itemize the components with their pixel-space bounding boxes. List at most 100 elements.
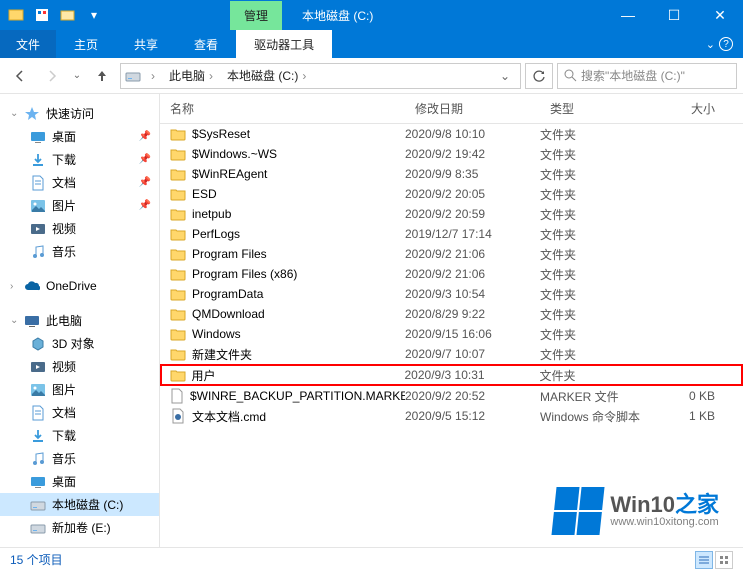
sidebar-item-3d[interactable]: 3D 对象 [0,332,159,355]
sidebar-quick-access[interactable]: ⌄快速访问 [0,102,159,125]
desktop-icon [30,129,46,145]
file-type: 文件夹 [540,146,650,163]
file-date: 2020/9/2 20:05 [405,187,540,201]
file-row[interactable]: QMDownload 2020/8/29 9:22 文件夹 [160,304,743,324]
column-type[interactable]: 类型 [540,94,650,123]
maximize-button[interactable]: ☐ [651,0,697,30]
file-row[interactable]: Program Files (x86) 2020/9/2 21:06 文件夹 [160,264,743,284]
videos-icon [30,359,46,375]
folder-icon [170,166,186,182]
file-date: 2020/9/9 8:35 [405,167,540,181]
recent-dropdown-icon[interactable]: ⌄ [70,62,84,90]
address-bar[interactable]: › 此电脑› 本地磁盘 (C:)› ⌄ [120,63,521,89]
file-row[interactable]: $WINRE_BACKUP_PARTITION.MARKER 2020/9/2 … [160,386,743,406]
new-folder-icon[interactable] [56,3,80,27]
up-button[interactable] [88,62,116,90]
sidebar-item-disk[interactable]: 本地磁盘 (C:) [0,493,159,516]
folder-icon [170,226,186,242]
file-type: 文件夹 [540,306,650,323]
search-input[interactable]: 搜索"本地磁盘 (C:)" [557,63,737,89]
qat-dropdown-icon[interactable]: ▾ [82,3,106,27]
pc-icon [24,313,40,329]
contextual-tab-manage[interactable]: 管理 [230,1,282,30]
tab-view[interactable]: 查看 [176,30,236,58]
sidebar: ⌄快速访问桌面📌下载📌文档📌图片📌视频音乐 ›OneDrive ⌄此电脑3D 对… [0,94,160,547]
file-row[interactable]: inetpub 2020/9/2 20:59 文件夹 [160,204,743,224]
column-date[interactable]: 修改日期 [405,94,540,123]
music-icon [30,244,46,260]
sidebar-item-videos[interactable]: 视频 [0,217,159,240]
breadcrumb-local-disk[interactable]: 本地磁盘 (C:)› [223,65,312,86]
sidebar-item-pictures[interactable]: 图片 [0,378,159,401]
tab-home[interactable]: 主页 [56,30,116,58]
file-name: 新建文件夹 [192,346,252,363]
file-row[interactable]: PerfLogs 2019/12/7 17:14 文件夹 [160,224,743,244]
properties-icon[interactable] [30,3,54,27]
explorer-icon[interactable] [4,3,28,27]
sidebar-item-desktop[interactable]: 桌面 [0,470,159,493]
view-details-button[interactable] [695,551,713,569]
file-row[interactable]: ESD 2020/9/2 20:05 文件夹 [160,184,743,204]
sidebar-item-music[interactable]: 音乐 [0,447,159,470]
windows-logo-icon [552,487,605,535]
sidebar-item-videos[interactable]: 视频 [0,355,159,378]
sidebar-item-downloads[interactable]: 下载 [0,424,159,447]
sidebar-item-documents[interactable]: 文档📌 [0,171,159,194]
folder-icon [170,346,186,362]
sidebar-item-desktop[interactable]: 桌面📌 [0,125,159,148]
file-type: MARKER 文件 [540,388,650,405]
file-name: $SysReset [192,127,250,141]
breadcrumb-root-icon[interactable]: › [145,67,161,85]
folder-icon [170,126,186,142]
file-date: 2020/9/3 10:31 [405,368,540,382]
pin-icon: 📌 [139,154,151,165]
quick-access-toolbar: ▾ [0,3,110,27]
folder-icon [170,246,186,262]
sidebar-item-downloads[interactable]: 下载📌 [0,148,159,171]
file-row[interactable]: $Windows.~WS 2020/9/2 19:42 文件夹 [160,144,743,164]
file-type: 文件夹 [540,326,650,343]
file-row[interactable]: Windows 2020/9/15 16:06 文件夹 [160,324,743,344]
sidebar-this-pc[interactable]: ⌄此电脑 [0,309,159,332]
forward-button[interactable] [38,62,66,90]
file-name: QMDownload [192,307,265,321]
view-large-button[interactable] [715,551,733,569]
refresh-button[interactable] [525,63,553,89]
ribbon-expand-icon[interactable]: ⌄ [706,38,715,51]
file-name: Windows [192,327,241,341]
file-type: 文件夹 [540,286,650,303]
music-icon [30,451,46,467]
file-row[interactable]: ProgramData 2020/9/3 10:54 文件夹 [160,284,743,304]
documents-icon [30,405,46,421]
file-date: 2020/9/7 10:07 [405,347,540,361]
status-bar: 15 个项目 [0,547,743,571]
tab-share[interactable]: 共享 [116,30,176,58]
column-size[interactable]: 大小 [650,94,725,123]
sidebar-item-disk[interactable]: 新加卷 (E:) [0,516,159,539]
tab-drive-tools[interactable]: 驱动器工具 [236,30,332,58]
close-button[interactable]: ✕ [697,0,743,30]
folder-icon [170,367,186,383]
minimize-button[interactable]: — [605,0,651,30]
pin-icon: 📌 [139,200,151,211]
file-type: 文件夹 [540,346,650,363]
file-row[interactable]: $WinREAgent 2020/9/9 8:35 文件夹 [160,164,743,184]
breadcrumb-this-pc[interactable]: 此电脑› [165,65,219,86]
file-tab[interactable]: 文件 [0,30,56,58]
back-button[interactable] [6,62,34,90]
column-name[interactable]: 名称 [160,94,405,123]
sidebar-item-documents[interactable]: 文档 [0,401,159,424]
file-row[interactable]: $SysReset 2020/9/8 10:10 文件夹 [160,124,743,144]
file-row[interactable]: 文本文档.cmd 2020/9/5 15:12 Windows 命令脚本 1 K… [160,406,743,426]
sidebar-item-music[interactable]: 音乐 [0,240,159,263]
file-row[interactable]: Program Files 2020/9/2 21:06 文件夹 [160,244,743,264]
sidebar-onedrive[interactable]: ›OneDrive [0,275,159,297]
ribbon-help-icon[interactable]: ? [719,37,733,51]
folder-icon [170,266,186,282]
address-dropdown-icon[interactable]: ⌄ [494,64,516,88]
sidebar-item-pictures[interactable]: 图片📌 [0,194,159,217]
file-row[interactable]: 用户 2020/9/3 10:31 文件夹 [160,364,743,386]
cmd-icon [170,408,186,424]
file-date: 2019/12/7 17:14 [405,227,540,241]
file-row[interactable]: 新建文件夹 2020/9/7 10:07 文件夹 [160,344,743,364]
